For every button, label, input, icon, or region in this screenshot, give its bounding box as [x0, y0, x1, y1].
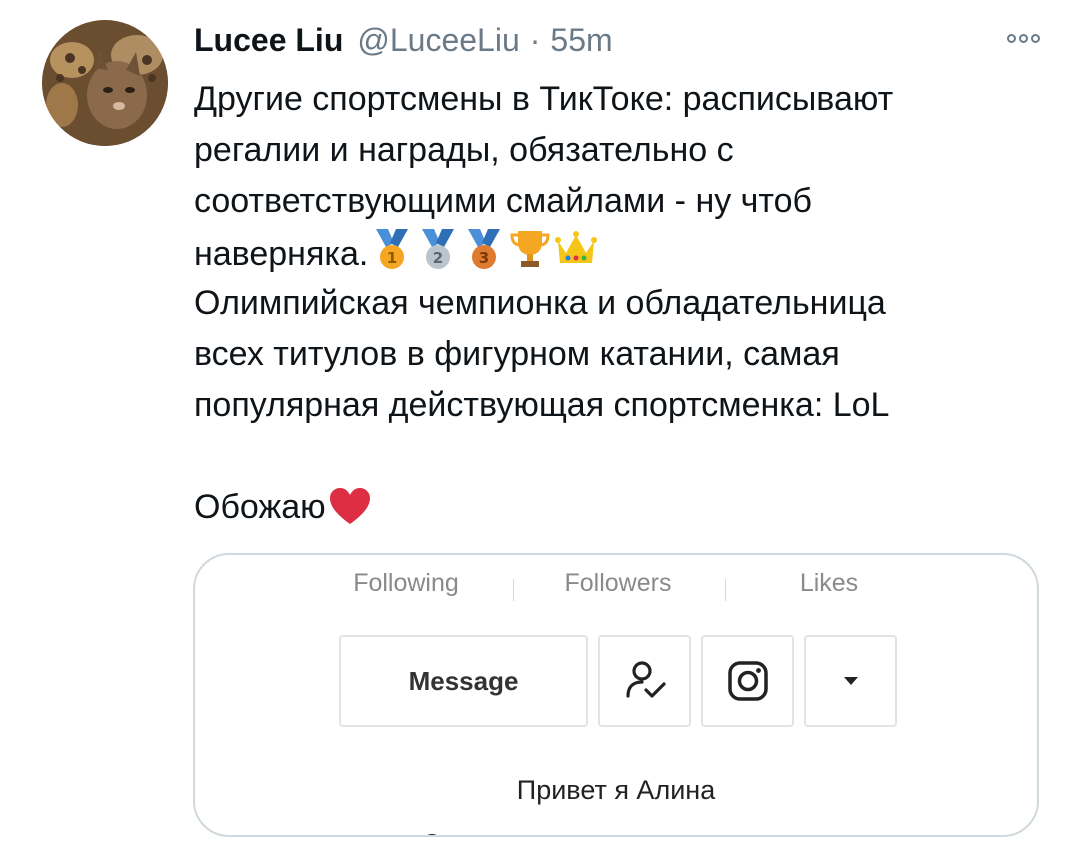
cutoff-text-line: [405, 825, 765, 835]
timestamp[interactable]: 55m: [550, 22, 612, 59]
tweet-header: Lucee Liu @LuceeLiu · 55m: [194, 22, 613, 66]
media-image[interactable]: Following Followers Likes Message Привет…: [193, 553, 1039, 837]
svg-text:1: 1: [387, 249, 397, 267]
dropdown-triangle-icon: [843, 677, 858, 685]
user-check-icon: [625, 661, 666, 698]
avatar[interactable]: [42, 20, 168, 146]
more-dropdown-button[interactable]: [804, 635, 897, 727]
divider: [513, 579, 514, 601]
tweet-line: Другие спортсмены в ТикТоке: расписывают: [194, 80, 894, 118]
tweet-line: популярная действующая спортсменка: LoL: [194, 386, 890, 424]
user-check-button[interactable]: [598, 635, 691, 727]
separator: ·: [529, 22, 541, 58]
stat-likes-label: Likes: [799, 569, 859, 597]
tweet-text: Другие спортсмены в ТикТоке: расписывают…: [194, 74, 1034, 533]
divider: [725, 579, 726, 601]
tweet-line: Олимпийская чемпионка и обладательница: [194, 284, 886, 322]
instagram-icon: [727, 661, 768, 701]
tweet-line: Обожаю: [194, 488, 326, 526]
svg-text:2: 2: [433, 249, 443, 267]
cat-photo-icon: [42, 20, 168, 146]
tweet[interactable]: Lucee Liu @LuceeLiu · 55m Другие спортсм…: [0, 0, 1080, 855]
tweet-line-with-emoji: Обожаю: [194, 482, 1034, 533]
stat-following-label: Following: [353, 569, 459, 597]
instagram-button[interactable]: [701, 635, 794, 727]
message-button-label: Message: [408, 665, 519, 696]
tweet-line: всех титулов в фигурном катании, самая: [194, 335, 840, 373]
svg-text:3: 3: [479, 249, 489, 267]
tweet-line: регалии и награды, обязательно с: [194, 131, 734, 169]
display-name[interactable]: Lucee Liu: [194, 22, 343, 59]
more-options-icon[interactable]: [1007, 34, 1040, 43]
stat-followers-label: Followers: [564, 569, 672, 597]
profile-bio: Привет я Алина: [516, 775, 716, 805]
user-handle[interactable]: @LuceeLiu: [357, 22, 519, 59]
tiktok-stats: Following Followers Likes: [195, 569, 1037, 609]
tweet-line-with-emoji: наверняка. 1 2 3: [194, 227, 1034, 278]
red-heart-icon: [328, 486, 372, 541]
message-button[interactable]: Message: [339, 635, 588, 727]
tweet-line: наверняка.: [194, 235, 369, 273]
tweet-line: соответствующими смайлами - ну чтоб: [194, 182, 812, 220]
